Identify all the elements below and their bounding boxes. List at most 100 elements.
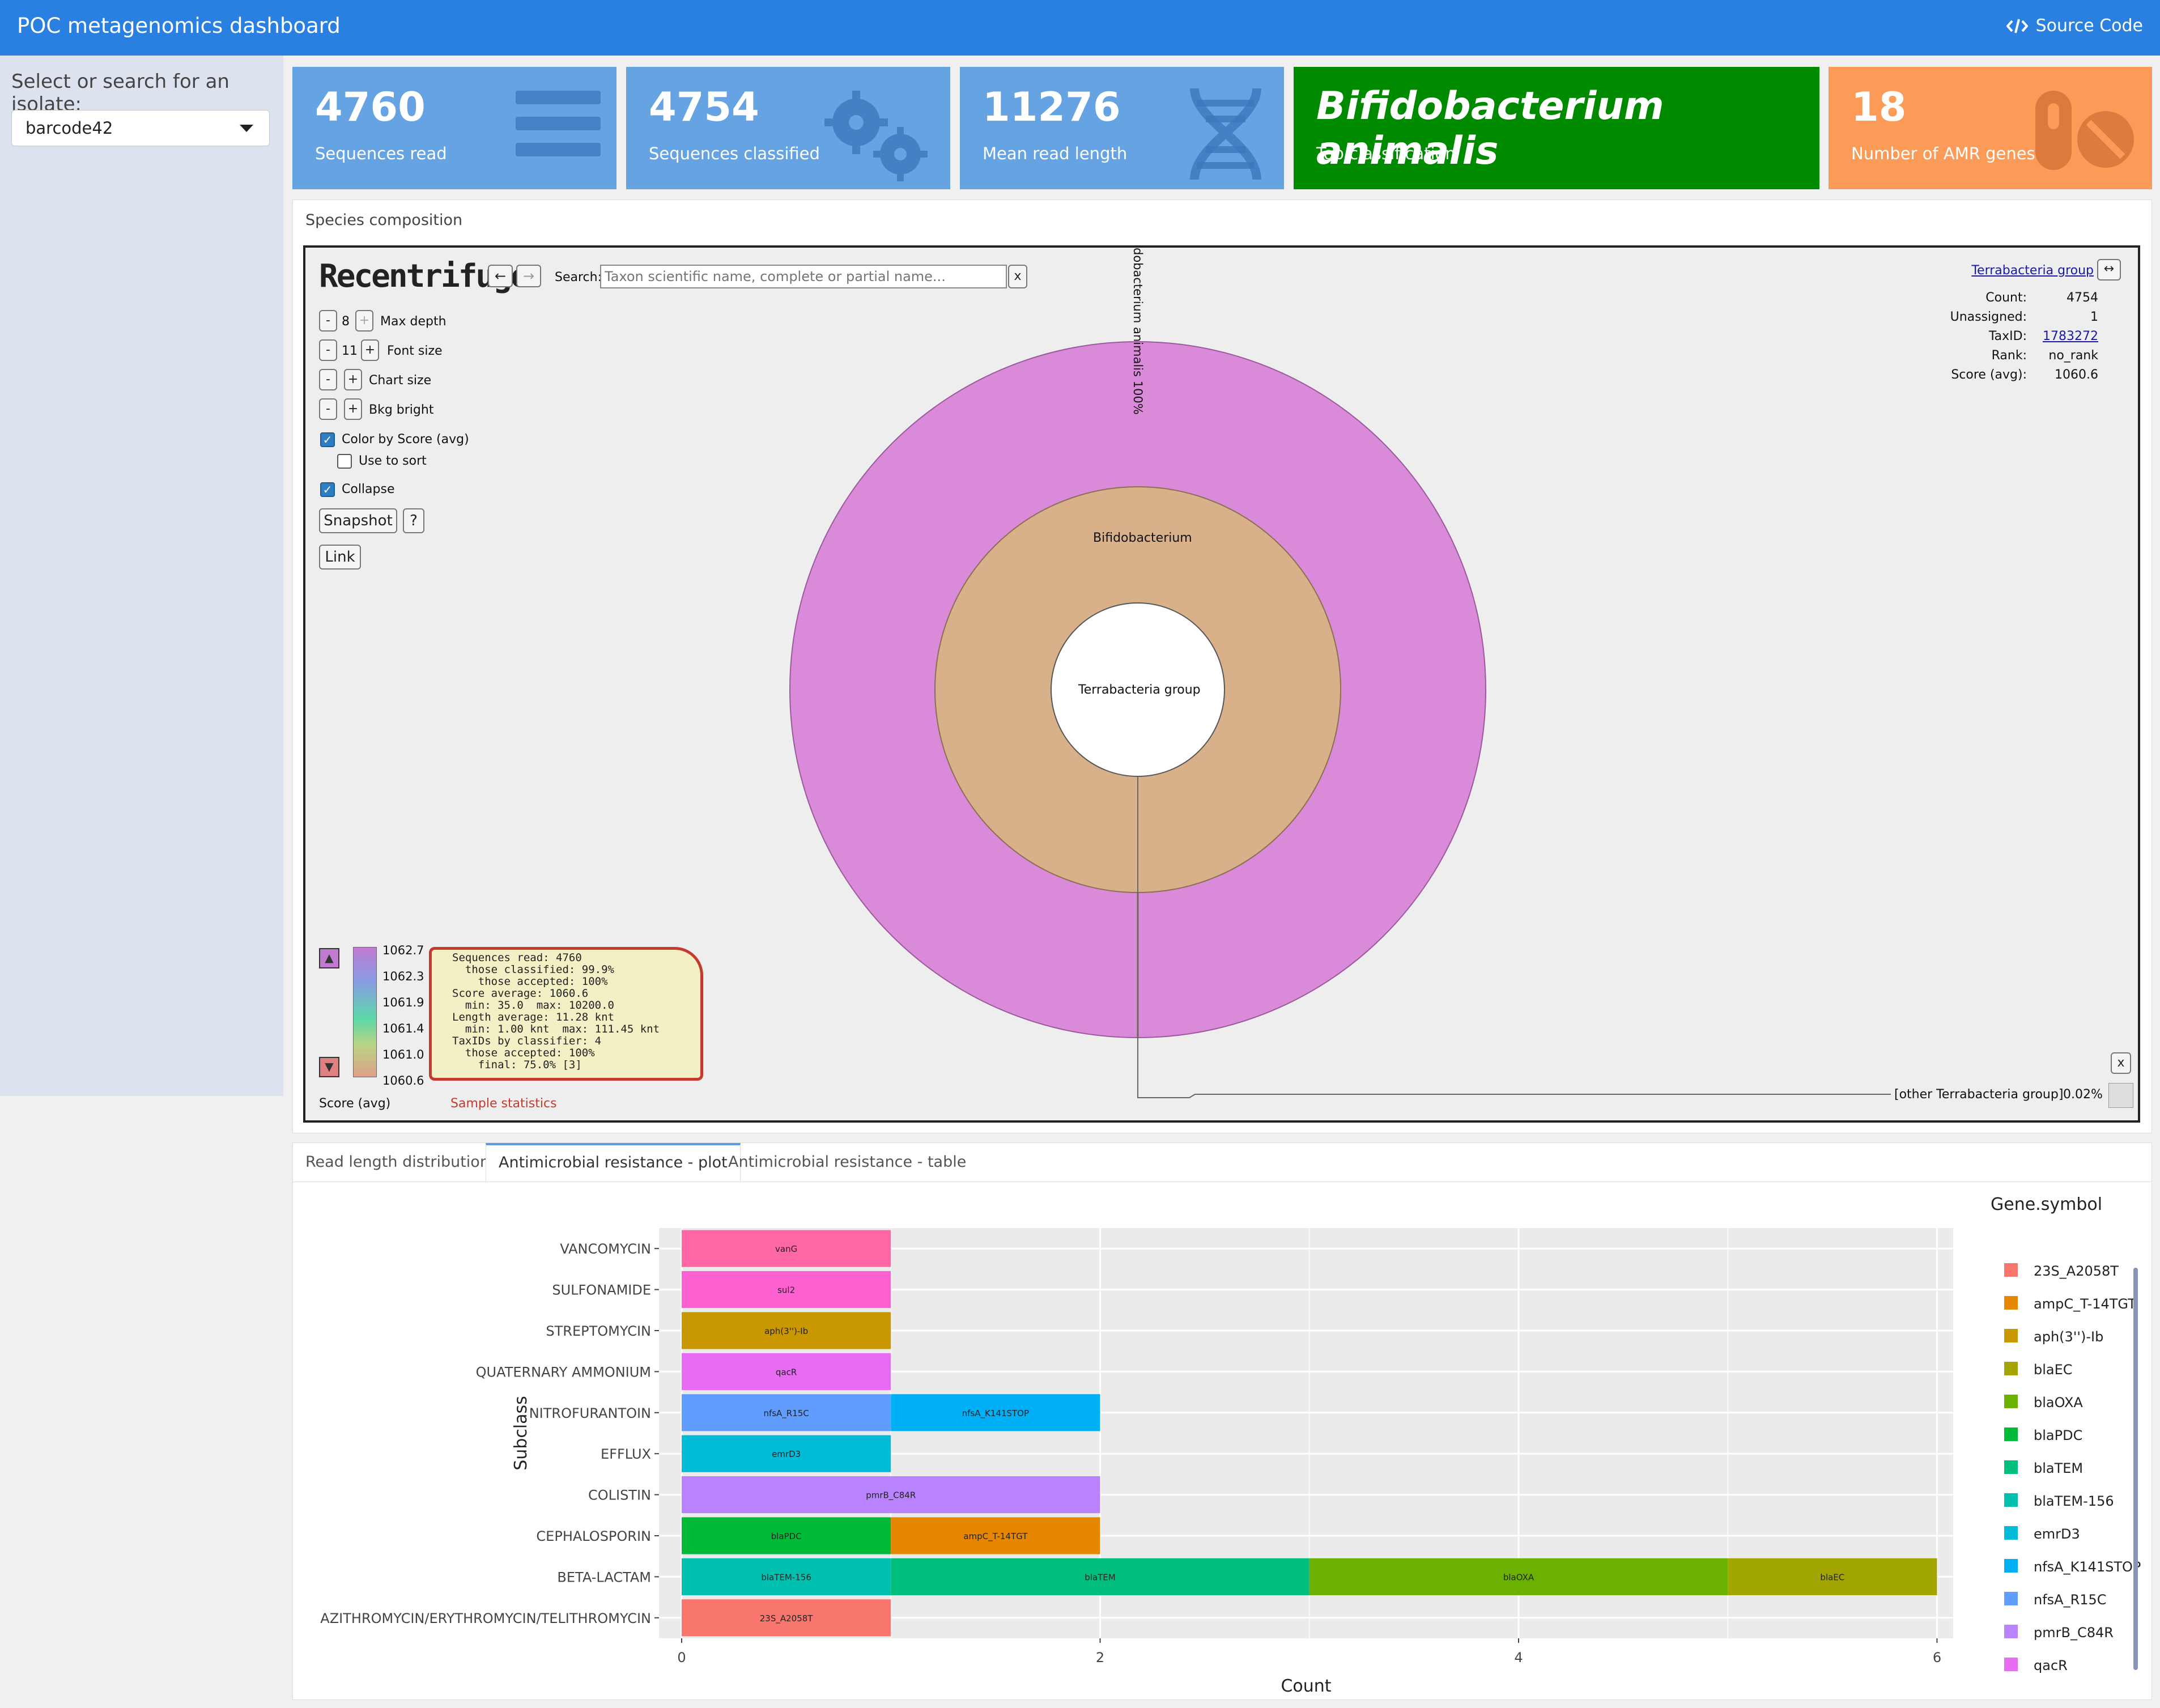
code-icon (2006, 19, 2028, 33)
expand-details-button[interactable]: ↔ (2097, 259, 2121, 281)
sample-statistics-box: Sequences read: 4760 those classified: 9… (429, 947, 703, 1081)
close-other-button[interactable]: x (2111, 1052, 2131, 1074)
top-classification-label: Top classification (1316, 144, 1456, 163)
y-tick-label: NITROFURANTOIN (529, 1405, 651, 1421)
unassigned-value: 1 (2090, 310, 2098, 324)
statistics-line: those accepted: 100% (452, 1047, 595, 1059)
dna-icon (1190, 88, 1261, 180)
bar-segment-label: aph(3'')-Ib (764, 1326, 808, 1336)
x-tick-label: 6 (1933, 1650, 1941, 1665)
legend-swatch (2004, 1395, 2018, 1408)
legend-swatch (2004, 1329, 2018, 1342)
unassigned-label: Unassigned: (1950, 310, 2027, 324)
x-axis-title: Count (1281, 1676, 1331, 1696)
statistics-line: TaxIDs by classifier: 4 (452, 1035, 602, 1047)
tab-amr-plot[interactable]: Antimicrobial resistance - plot (486, 1143, 741, 1182)
legend-label: nfsA_R15C (2034, 1592, 2107, 1608)
bar-segment-label: emrD3 (772, 1449, 801, 1459)
rank-label: Rank: (1991, 349, 2027, 363)
caret-down-icon (240, 125, 253, 132)
statistics-line: Score average: 1060.6 (452, 987, 589, 1000)
statistics-line: final: 75.0% [3] (452, 1059, 582, 1071)
analysis-tabs-panel: Read length distribution Antimicrobial r… (292, 1142, 2153, 1700)
taxid-label: TaxID: (1988, 329, 2027, 343)
source-code-link[interactable]: Source Code (2006, 16, 2143, 36)
legend-label: qacR (2034, 1658, 2068, 1673)
sequences-classified-label: Sequences classified (649, 144, 820, 163)
statistics-line: those accepted: 100% (452, 975, 608, 988)
legend-swatch (2004, 1427, 2018, 1441)
bar-segment-label: nfsA_K141STOP (962, 1408, 1029, 1419)
legend-label: pmrB_C84R (2034, 1625, 2114, 1641)
scale-value-0: 1062.7 (382, 944, 424, 957)
species-composition-title: Species composition (305, 211, 463, 229)
legend-label: ampC_T-14TGT (2034, 1296, 2136, 1312)
y-tick-label: EFFLUX (601, 1446, 651, 1462)
y-tick-label: COLISTIN (588, 1488, 651, 1503)
other-taxa-swatch (2108, 1083, 2133, 1108)
legend-swatch (2004, 1592, 2018, 1605)
statistics-line: Length average: 11.28 knt (452, 1011, 614, 1023)
isolate-select-label: Select or search for an isolate: (11, 70, 229, 116)
value-box-mean-read-length: 11276 Mean read length (960, 67, 1284, 189)
count-label: Count: (1985, 291, 2027, 305)
taxid-link[interactable]: 1783272 (2043, 329, 2098, 343)
y-tick-label: VANCOMYCIN (560, 1241, 651, 1257)
legend-scrollbar (2133, 1268, 2138, 1670)
statistics-line: min: 35.0 max: 10200.0 (452, 999, 614, 1012)
legend-swatch (2004, 1263, 2018, 1277)
sidebar: Select or search for an isolate: barcode… (0, 56, 283, 1096)
bar-segment-label: pmrB_C84R (866, 1490, 916, 1501)
legend-swatch (2004, 1362, 2018, 1375)
count-value: 4754 (2067, 291, 2098, 305)
x-tick-label: 2 (1096, 1650, 1104, 1665)
ring-root-label: Terrabacteria group (1078, 683, 1201, 697)
legend-label: blaTEM-156 (2034, 1493, 2114, 1509)
scale-value-4: 1061.0 (382, 1048, 424, 1061)
legend-label: blaEC (2034, 1362, 2073, 1378)
statistics-lines: Sequences read: 4760 those classified: 9… (452, 952, 700, 1071)
legend-swatch (2004, 1559, 2018, 1573)
bar-segment-label: blaTEM (1085, 1572, 1115, 1582)
ring-species-label: dobacterium animalis 100% (1131, 248, 1145, 415)
isolate-select[interactable]: barcode42 (11, 110, 270, 146)
scale-title: Score (avg) (319, 1097, 391, 1111)
y-tick-label: STREPTOMYCIN (546, 1323, 651, 1339)
statistics-line: Sequences read: 4760 (452, 951, 582, 964)
x-tick-label: 0 (677, 1650, 686, 1665)
score-avg-value: 1060.6 (2055, 368, 2098, 382)
bar-segment-label: 23S_A2058T (760, 1613, 814, 1624)
amr-bar-chart: VANCOMYCIN vanG SULFONAMIDE sul2 STREPTOMYCI… (320, 1195, 2141, 1696)
legend-swatch (2004, 1526, 2018, 1540)
bar-segment-label: qacR (776, 1367, 797, 1377)
source-code-label: Source Code (2035, 16, 2143, 36)
scale-down-button[interactable]: ▼ (319, 1057, 339, 1077)
sequences-read-label: Sequences read (315, 144, 447, 163)
tab-amr-table[interactable]: Antimicrobial resistance - table (716, 1143, 979, 1182)
legend-label: blaOXA (2034, 1395, 2083, 1410)
y-tick-label: AZITHROMYCIN/ERYTHROMYCIN/TELITHROMYCIN (320, 1611, 651, 1626)
legend-label: emrD3 (2034, 1526, 2080, 1542)
y-tick-label: SULFONAMIDE (552, 1282, 651, 1298)
statistics-line: those classified: 99.9% (452, 963, 614, 976)
y-tick-label: QUATERNARY AMMONIUM (476, 1364, 651, 1380)
legend-title: Gene.symbol (1991, 1195, 2102, 1214)
score-avg-label: Score (avg): (1951, 368, 2027, 382)
statistics-line: min: 1.00 knt max: 111.45 knt (452, 1023, 660, 1035)
legend-label: blaPDC (2034, 1427, 2082, 1443)
legend-swatch (2004, 1625, 2018, 1638)
scale-value-2: 1061.9 (382, 996, 424, 1009)
y-tick-label: CEPHALOSPORIN (536, 1528, 651, 1544)
app-title: POC metagenomics dashboard (17, 14, 341, 38)
x-tick-label: 4 (1514, 1650, 1523, 1665)
value-box-sequences-read: 4760 Sequences read (292, 67, 616, 189)
legend-swatch (2004, 1658, 2018, 1671)
legend-label: 23S_A2058T (2034, 1263, 2119, 1279)
tab-read-length[interactable]: Read length distribution (293, 1143, 502, 1182)
y-axis-title: Subclass (511, 1396, 531, 1471)
selected-taxon-link[interactable]: Terrabacteria group (1971, 264, 2094, 278)
bar-segment-label: blaTEM-156 (761, 1572, 811, 1582)
y-tick-label: BETA-LACTAM (557, 1569, 651, 1585)
value-box-sequences-classified: 4754 Sequences classified (626, 67, 950, 189)
scale-up-button[interactable]: ▲ (319, 948, 339, 968)
